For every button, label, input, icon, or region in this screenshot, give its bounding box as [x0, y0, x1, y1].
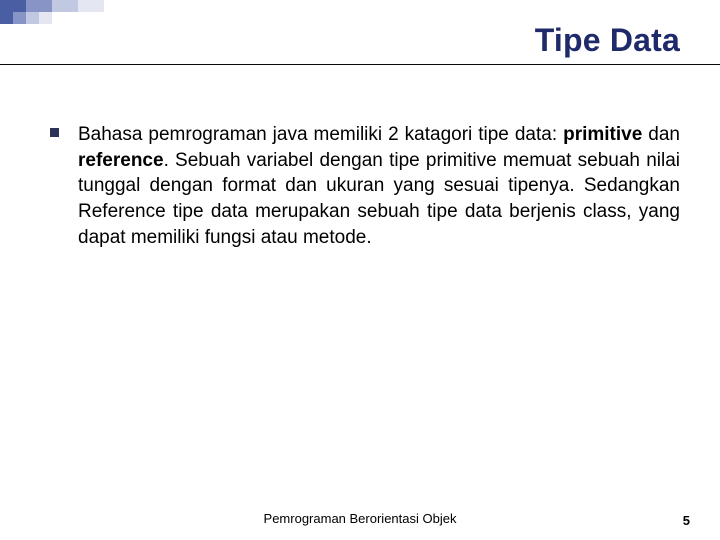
corner-decoration — [0, 0, 130, 24]
body-paragraph: Bahasa pemrograman java memiliki 2 katag… — [78, 122, 680, 250]
slide-title: Tipe Data — [535, 22, 680, 59]
title-rule — [0, 64, 720, 65]
bullet-icon — [50, 128, 59, 137]
page-number: 5 — [683, 513, 690, 528]
slide-body: Bahasa pemrograman java memiliki 2 katag… — [78, 122, 680, 250]
slide-footer: Pemrograman Berorientasi Objek — [0, 511, 720, 526]
